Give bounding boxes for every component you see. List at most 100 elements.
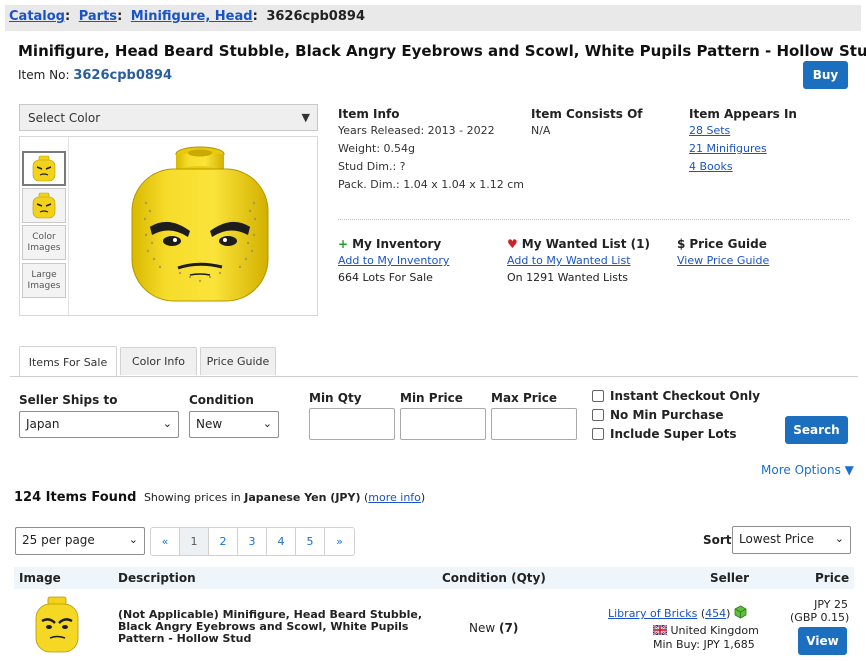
header-price: Price: [815, 571, 850, 585]
my-inventory-heading: + My Inventory: [338, 237, 441, 251]
sort-select[interactable]: Lowest Price ⌄: [732, 526, 851, 554]
buy-button[interactable]: Buy: [803, 61, 848, 89]
breadcrumb-parts[interactable]: Parts: [79, 9, 117, 24]
wanted-list-count: On 1291 Wanted Lists: [507, 271, 629, 284]
per-page-value: 25 per page: [22, 533, 95, 547]
tab-items-for-sale[interactable]: Items For Sale: [19, 346, 117, 377]
uk-flag-icon: [652, 624, 668, 636]
seller-name-link[interactable]: Library of Bricks: [608, 607, 697, 620]
pagination-page[interactable]: 1: [180, 528, 209, 555]
view-price-guide-link[interactable]: View Price Guide: [677, 254, 769, 267]
pagination-page[interactable]: 5: [296, 528, 325, 555]
results-count: 124 Items Found: [14, 490, 137, 505]
view-button[interactable]: View: [798, 627, 847, 655]
appears-in-heading: Item Appears In: [689, 107, 797, 121]
thumbnail-color-images[interactable]: Color Images: [22, 225, 66, 260]
select-color-dropdown[interactable]: Select Color ▼: [19, 104, 318, 131]
wanted-list-heading: ♥ My Wanted List (1): [507, 237, 650, 251]
min-price-input[interactable]: [400, 408, 486, 440]
dollar-icon: $: [677, 237, 686, 251]
weight: Weight: 0.54g: [338, 142, 415, 155]
pagination-page[interactable]: 2: [209, 528, 238, 555]
thumbnail-divider: [68, 137, 69, 315]
page-title: Minifigure, Head Beard Stubble, Black An…: [18, 42, 866, 60]
per-page-select[interactable]: 25 per page ⌄: [15, 527, 145, 555]
my-inventory-title: My Inventory: [352, 237, 442, 251]
store-cube-icon: [734, 605, 747, 619]
wanted-list-title: My Wanted List (1): [521, 237, 650, 251]
pagination: « 1 2 3 4 5 »: [150, 527, 355, 556]
header-seller: Seller: [710, 571, 750, 585]
more-info-link[interactable]: more info: [368, 491, 421, 504]
item-info-heading: Item Info: [338, 107, 400, 121]
row-item-image[interactable]: [33, 596, 81, 654]
row-seller: Library of Bricks (454): [608, 605, 747, 620]
thumbnail-front[interactable]: [22, 151, 66, 186]
consists-of-heading: Item Consists Of: [531, 107, 643, 121]
max-price-input[interactable]: [491, 408, 577, 440]
condition-select[interactable]: New ⌄: [189, 411, 279, 438]
super-lots-option[interactable]: Include Super Lots: [592, 427, 736, 441]
appears-in-minifigures-link[interactable]: 21 Minifigures: [689, 142, 767, 155]
item-info-list: Years Released: 2013 - 2022 Weight: 0.54…: [338, 122, 524, 194]
price-guide-heading: $ Price Guide: [677, 237, 767, 251]
row-quantity: (7): [499, 621, 519, 635]
breadcrumb-category[interactable]: Minifigure, Head: [131, 9, 253, 24]
min-qty-input[interactable]: [309, 408, 395, 440]
search-button[interactable]: Search: [785, 416, 848, 444]
header-image: Image: [19, 571, 61, 585]
thumbnail-large-images[interactable]: Large Images: [22, 263, 66, 298]
thumbnail-alt[interactable]: [22, 188, 66, 223]
instant-checkout-checkbox[interactable]: [592, 390, 604, 402]
chevron-down-icon: ⌄: [262, 417, 272, 430]
price-guide-title: Price Guide: [689, 237, 767, 251]
showing-prices-text: Showing prices in: [143, 491, 241, 504]
condition-label: Condition: [189, 393, 254, 407]
chevron-down-icon: ⌄: [834, 532, 844, 545]
pagination-page[interactable]: 4: [267, 528, 296, 555]
more-options-link[interactable]: More Options ▼: [761, 463, 854, 477]
pack-dimensions: Pack. Dim.: 1.04 x 1.04 x 1.12 cm: [338, 178, 524, 191]
results-summary: 124 Items Found Showing prices in Japane…: [14, 490, 426, 505]
breadcrumb-catalog[interactable]: Catalog: [9, 9, 65, 24]
item-number: Item No: 3626cpb0894: [18, 68, 172, 83]
ships-to-label: Seller Ships to: [19, 393, 118, 407]
seller-country: United Kingdom: [652, 624, 759, 637]
section-divider: [338, 219, 849, 220]
item-number-label: Item No:: [18, 68, 70, 82]
seller-feedback-link[interactable]: 454: [705, 607, 726, 620]
row-condition-value: New: [469, 621, 496, 635]
min-price-label: Min Price: [400, 391, 463, 405]
seller-min-buy: Min Buy: JPY 1,685: [653, 638, 755, 651]
no-min-purchase-option[interactable]: No Min Purchase: [592, 408, 724, 422]
instant-checkout-label: Instant Checkout Only: [610, 389, 761, 403]
add-to-wanted-link[interactable]: Add to My Wanted List: [507, 254, 631, 267]
tab-price-guide[interactable]: Price Guide: [200, 347, 276, 375]
row-description-link[interactable]: (Not Applicable) Minifigure, Head Beard …: [118, 608, 422, 645]
lots-for-sale: 664 Lots For Sale: [338, 271, 433, 284]
ships-to-select[interactable]: Japan ⌄: [19, 411, 179, 438]
tab-color-info[interactable]: Color Info: [120, 347, 197, 375]
no-min-purchase-label: No Min Purchase: [610, 408, 724, 422]
header-condition: Condition (Qty): [442, 571, 546, 585]
row-description[interactable]: (Not Applicable) Minifigure, Head Beard …: [118, 609, 428, 645]
breadcrumb-current: 3626cpb0894: [266, 9, 365, 24]
pagination-prev[interactable]: «: [151, 528, 180, 555]
dropdown-arrow-icon: ▼: [301, 111, 310, 124]
select-color-label: Select Color: [28, 111, 101, 125]
instant-checkout-option[interactable]: Instant Checkout Only: [592, 389, 760, 403]
sort-label: Sort: [703, 533, 732, 547]
super-lots-checkbox[interactable]: [592, 428, 604, 440]
row-condition: New (7): [469, 621, 518, 635]
no-min-purchase-checkbox[interactable]: [592, 409, 604, 421]
add-to-inventory-link[interactable]: Add to My Inventory: [338, 254, 449, 267]
appears-in-books-link[interactable]: 4 Books: [689, 160, 733, 173]
pagination-page[interactable]: 3: [238, 528, 267, 555]
minifig-head-thumb-icon: [32, 192, 56, 218]
item-number-value: 3626cpb0894: [73, 68, 173, 83]
min-qty-label: Min Qty: [309, 391, 362, 405]
chevron-down-icon: ⌄: [128, 533, 138, 546]
tab-baseline: [10, 376, 858, 377]
pagination-next[interactable]: »: [325, 528, 354, 555]
appears-in-sets-link[interactable]: 28 Sets: [689, 124, 730, 137]
